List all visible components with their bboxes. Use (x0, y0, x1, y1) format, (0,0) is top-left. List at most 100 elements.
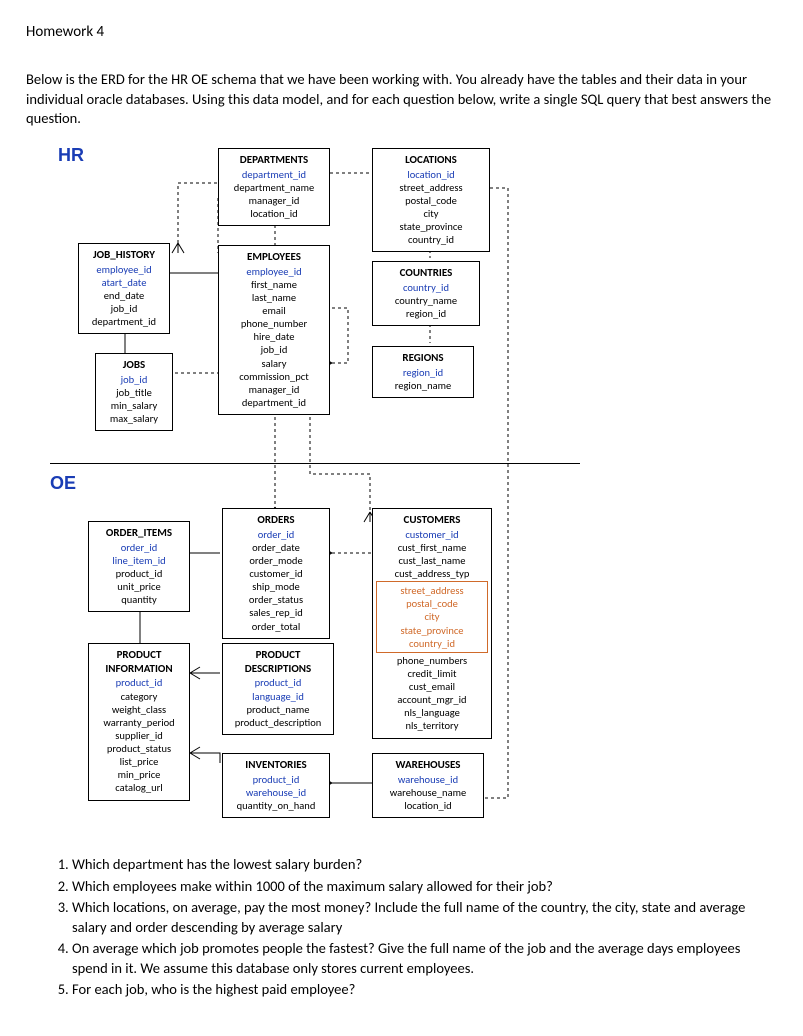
entity-product-descriptions: PRODUCT DESCRIPTIONSproduct_idlanguage_i… (222, 643, 334, 735)
entity-field: job_id (101, 373, 167, 386)
schema-label-hr: HR (58, 143, 84, 167)
entity-field: region_id (378, 366, 468, 379)
entity-field: supplier_id (94, 729, 184, 742)
entity-field: line_item_id (94, 554, 184, 567)
entity-field: min_price (94, 768, 184, 781)
entity-field: job_id (224, 343, 324, 356)
entity-field: employee_id (84, 263, 164, 276)
entity-field: quantity_on_hand (228, 799, 324, 812)
entity-field: postal_code (378, 194, 484, 207)
entity-field: manager_id (224, 194, 324, 207)
entity-field: state_province (379, 624, 485, 637)
entity-field: department_name (224, 181, 324, 194)
entity-field: list_price (94, 755, 184, 768)
entity-field: phone_numbers (378, 654, 486, 667)
entity-field: city (379, 610, 485, 623)
entity-field: location_id (378, 799, 478, 812)
entity-field: catalog_url (94, 781, 184, 794)
entity-field: product_description (228, 716, 328, 729)
schema-label-oe: OE (50, 471, 76, 495)
entity-field: department_id (84, 315, 164, 328)
entity-field: order_mode (228, 554, 324, 567)
entity-field: warehouse_id (378, 773, 478, 786)
entity-field: product_id (94, 567, 184, 580)
entity-title: JOBS (101, 358, 167, 372)
question-item: Which locations, on average, pay the mos… (72, 898, 777, 937)
entity-field: country_id (379, 637, 485, 650)
entity-locations: LOCATIONSlocation_idstreet_addresspostal… (372, 148, 490, 253)
entity-field: ship_mode (228, 580, 324, 593)
entity-field: phone_number (224, 317, 324, 330)
entity-field: account_mgr_id (378, 693, 486, 706)
entity-field: salary (224, 357, 324, 370)
entity-inventories: INVENTORIESproduct_idwarehouse_idquantit… (222, 753, 330, 818)
intro-text: Below is the ERD for the HR OE schema th… (26, 70, 777, 129)
entity-field: product_status (94, 742, 184, 755)
entity-field: customer_id (228, 567, 324, 580)
entity-field: street_address (378, 181, 484, 194)
entity-title: EMPLOYEES (224, 250, 324, 264)
entity-field: unit_price (94, 580, 184, 593)
entity-field: cust_address_typ (378, 567, 486, 580)
entity-field: street_address (379, 584, 485, 597)
question-list: Which department has the lowest salary b… (48, 855, 777, 1000)
entity-field: cust_last_name (378, 554, 486, 567)
entity-field: end_date (84, 289, 164, 302)
entity-title: LOCATIONS (378, 153, 484, 167)
question-item: Which department has the lowest salary b… (72, 855, 777, 875)
entity-field: language_id (228, 690, 328, 703)
entity-field: region_id (378, 307, 474, 320)
entity-field: warehouse_name (378, 786, 478, 799)
entity-warehouses: WAREHOUSESwarehouse_idwarehouse_nameloca… (372, 753, 484, 818)
entity-field: job_id (84, 302, 164, 315)
entity-title: DEPARTMENTS (224, 153, 324, 167)
entity-field: min_salary (101, 399, 167, 412)
entity-title: ORDER_ITEMS (94, 526, 184, 540)
entity-field: nls_territory (378, 719, 486, 732)
entity-title: ORDERS (228, 513, 324, 527)
entity-field: cust_first_name (378, 541, 486, 554)
entity-field: product_id (228, 676, 328, 689)
entity-field: order_date (228, 541, 324, 554)
entity-field: last_name (224, 291, 324, 304)
entity-field: order_status (228, 593, 324, 606)
entity-title: JOB_HISTORY (84, 248, 164, 262)
entity-field: customer_id (378, 528, 486, 541)
entity-field: email (224, 304, 324, 317)
entity-field: nls_language (378, 706, 486, 719)
entity-field: product_name (228, 703, 328, 716)
entity-field: city (378, 207, 484, 220)
entity-product-information: PRODUCT INFORMATIONproduct_idcategorywei… (88, 643, 190, 801)
entity-field: weight_class (94, 703, 184, 716)
entity-title: PRODUCT DESCRIPTIONS (228, 648, 328, 676)
entity-field: max_salary (101, 412, 167, 425)
question-item: For each job, who is the highest paid em… (72, 980, 777, 1000)
entity-field: warranty_period (94, 716, 184, 729)
entity-field: cust_email (378, 680, 486, 693)
question-item: Which employees make within 1000 of the … (72, 877, 777, 897)
page-title: Homework 4 (26, 22, 777, 42)
entity-field: warehouse_id (228, 786, 324, 799)
entity-field: manager_id (224, 383, 324, 396)
entity-field: category (94, 690, 184, 703)
entity-field: department_id (224, 168, 324, 181)
entity-field: location_id (378, 168, 484, 181)
entity-field: region_name (378, 379, 468, 392)
entity-field: employee_id (224, 265, 324, 278)
schema-divider (50, 463, 580, 464)
entity-job-history: JOB_HISTORYemployee_idatart_dateend_date… (78, 243, 170, 334)
entity-field: postal_code (379, 597, 485, 610)
entity-field: sales_rep_id (228, 606, 324, 619)
entity-orders: ORDERSorder_idorder_dateorder_modecustom… (222, 508, 330, 639)
entity-field: quantity (94, 593, 184, 606)
entity-order-items: ORDER_ITEMSorder_idline_item_idproduct_i… (88, 521, 190, 612)
entity-title: PRODUCT INFORMATION (94, 648, 184, 676)
entity-employees: EMPLOYEESemployee_idfirst_namelast_namee… (218, 245, 330, 415)
entity-field: product_id (94, 676, 184, 689)
entity-field: order_total (228, 620, 324, 633)
entity-field: country_id (378, 281, 474, 294)
entity-title: WAREHOUSES (378, 758, 478, 772)
entity-field: credit_limit (378, 667, 486, 680)
entity-title: REGIONS (378, 351, 468, 365)
entity-field: department_id (224, 396, 324, 409)
